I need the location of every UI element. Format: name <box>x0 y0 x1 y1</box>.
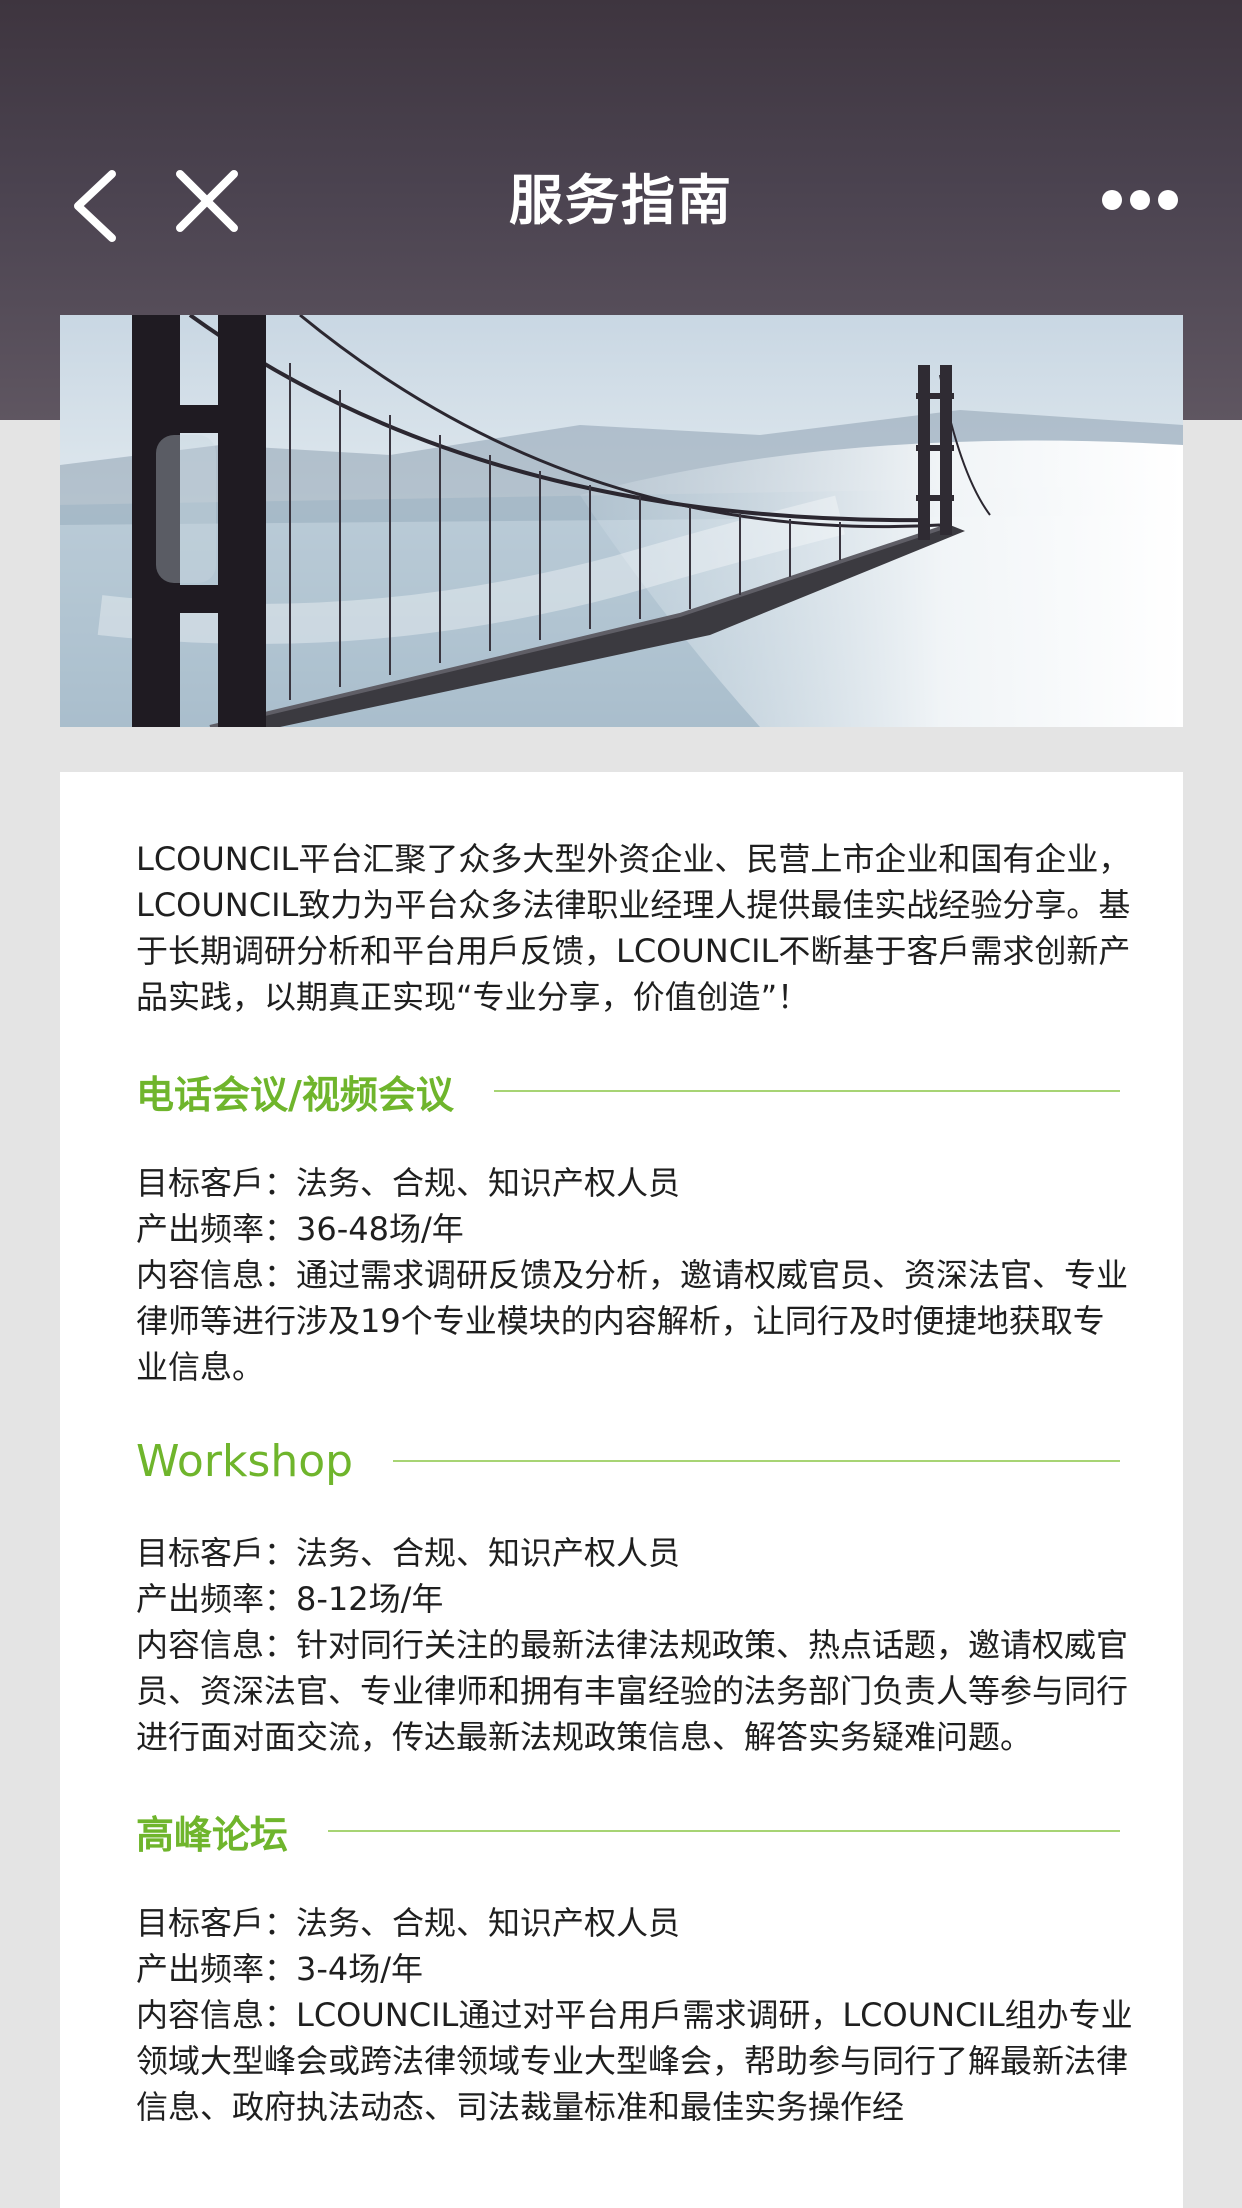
section-body: 目标客戶：法务、合规、知识产权人员 产出频率：3-4场/年 内容信息：LCOUN… <box>136 1900 1136 2130</box>
target-client-line: 目标客戶：法务、合规、知识产权人员 <box>136 1534 681 1572</box>
content-info-line: 内容信息：通过需求调研反馈及分析，邀请权威官员、资深法官、专业律师等进行涉及19… <box>136 1256 1129 1386</box>
section-title: 电话会议/视频会议 <box>136 1072 454 1117</box>
section-header: 高峰论坛 <box>136 1806 1136 1857</box>
more-dots-icon[interactable] <box>1100 185 1180 215</box>
page-title: 服务指南 <box>509 169 733 232</box>
intro-paragraph: LCOUNCIL平台汇聚了众多大型外资企业、民营上市企业和国有企业，LCOUNC… <box>136 840 1131 1016</box>
section-divider <box>328 1830 1120 1832</box>
card-content: LCOUNCIL平台汇聚了众多大型外资企业、民营上市企业和国有企业，LCOUNC… <box>136 836 1136 2130</box>
nav-bar: 服务指南 <box>0 130 1242 270</box>
content-info-line: 内容信息：LCOUNCIL通过对平台用戶需求调研，LCOUNCIL组办专业领域大… <box>136 1996 1133 2126</box>
section-title: 高峰论坛 <box>136 1812 289 1857</box>
banner-image <box>60 315 1183 727</box>
section-workshop: Workshop 目标客戶：法务、合规、知识产权人员 产出频率：8-12场/年 … <box>136 1436 1136 1760</box>
frequency-line: 产出频率：3-4场/年 <box>136 1950 424 1988</box>
section-header: Workshop <box>136 1435 1136 1487</box>
service-guide-card: LCOUNCIL平台汇聚了众多大型外资企业、民营上市企业和国有企业，LCOUNC… <box>60 772 1183 2208</box>
section-divider <box>393 1460 1120 1462</box>
section-divider <box>493 1090 1120 1092</box>
section-header: 电话会议/视频会议 <box>136 1066 1136 1117</box>
section-body: 目标客戶：法务、合规、知识产权人员 产出频率：8-12场/年 内容信息：针对同行… <box>136 1530 1136 1760</box>
section-summit-forum: 高峰论坛 目标客戶：法务、合规、知识产权人员 产出频率：3-4场/年 内容信息：… <box>136 1806 1136 2130</box>
section-conference-call: 电话会议/视频会议 目标客戶：法务、合规、知识产权人员 产出频率：36-48场/… <box>136 1066 1136 1390</box>
section-title: Workshop <box>136 1435 354 1487</box>
target-client-line: 目标客戶：法务、合规、知识产权人员 <box>136 1904 681 1942</box>
target-client-line: 目标客戶：法务、合规、知识产权人员 <box>136 1164 681 1202</box>
bridge-in-fog-photo <box>60 315 1183 727</box>
frequency-line: 产出频率：36-48场/年 <box>136 1210 464 1248</box>
frequency-line: 产出频率：8-12场/年 <box>136 1580 444 1618</box>
section-body: 目标客戶：法务、合规、知识产权人员 产出频率：36-48场/年 内容信息：通过需… <box>136 1160 1136 1390</box>
content-info-line: 内容信息：针对同行关注的最新法律法规政策、热点话题，邀请权威官员、资深法官、专业… <box>136 1626 1129 1756</box>
